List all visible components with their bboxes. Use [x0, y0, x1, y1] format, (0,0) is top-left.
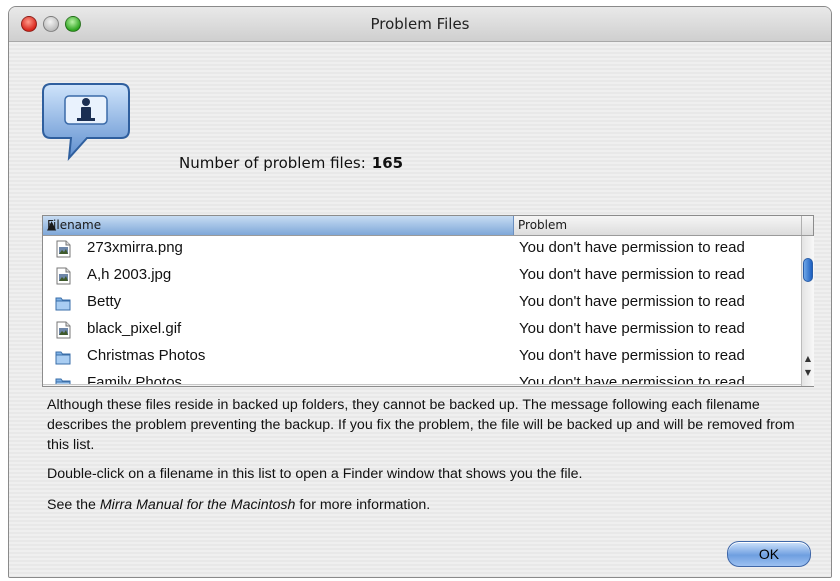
table-row[interactable]: 273xmirra.png You don't have permission …	[43, 236, 801, 263]
scrollbar-thumb[interactable]	[803, 258, 813, 282]
column-header-filename[interactable]: Filename ▲	[43, 216, 514, 235]
image-file-icon	[56, 321, 71, 339]
scroll-up-arrow-icon[interactable]: ▲	[803, 354, 813, 363]
vertical-scrollbar[interactable]: ▲ ▼	[801, 236, 814, 386]
double-click-hint: Double-click on a filename in this list …	[47, 466, 583, 482]
table-rows: 273xmirra.png You don't have permission …	[43, 236, 801, 386]
problem-count-label: Number of problem files:	[179, 154, 366, 172]
table-row[interactable]: Betty You don't have permission to read	[43, 290, 801, 317]
problem-files-dialog: Problem Files Number of problem files: 16…	[8, 6, 832, 578]
image-file-icon	[56, 240, 71, 258]
column-header-problem[interactable]: Problem	[514, 216, 802, 235]
explanation-text: Although these files reside in backed up…	[47, 397, 795, 453]
folder-icon	[55, 351, 71, 365]
row-problem: You don't have permission to read	[519, 266, 745, 283]
table-header: Filename ▲ Problem	[43, 216, 813, 236]
dialog-content: Number of problem files: 165 Filename ▲ P…	[9, 42, 831, 577]
horizontal-scrollbar[interactable]	[43, 384, 801, 386]
row-filename: black_pixel.gif	[87, 320, 182, 337]
info-speech-bubble-icon	[42, 83, 130, 161]
row-filename: A,h 2003.jpg	[87, 266, 172, 283]
manual-title: Mirra Manual for the Macintosh	[99, 497, 296, 513]
window-title: Problem Files	[370, 15, 470, 33]
image-file-icon	[56, 267, 71, 285]
row-problem: You don't have permission to read	[519, 347, 745, 364]
problem-count: Number of problem files: 165	[179, 154, 403, 172]
row-problem: You don't have permission to read	[519, 239, 745, 256]
manual-reference: See the Mirra Manual for the Macintosh f…	[47, 497, 431, 513]
problem-files-table: Filename ▲ Problem 273xmirra.png You don…	[42, 215, 814, 387]
problem-count-value: 165	[371, 154, 404, 172]
table-row[interactable]: A,h 2003.jpg You don't have permission t…	[43, 263, 801, 290]
table-row[interactable]: black_pixel.gif You don't have permissio…	[43, 317, 801, 344]
sort-ascending-icon: ▲	[47, 218, 57, 232]
scroll-down-arrow-icon[interactable]: ▼	[803, 368, 813, 377]
row-filename: Betty	[87, 293, 122, 310]
table-row[interactable]: Christmas Photos You don't have permissi…	[43, 344, 801, 371]
folder-icon	[55, 297, 71, 311]
title-bar: Problem Files	[9, 7, 831, 42]
row-filename: Christmas Photos	[87, 347, 206, 364]
row-filename: 273xmirra.png	[87, 239, 183, 256]
ok-button[interactable]: OK	[727, 541, 811, 567]
row-problem: You don't have permission to read	[519, 320, 745, 337]
row-problem: You don't have permission to read	[519, 293, 745, 310]
